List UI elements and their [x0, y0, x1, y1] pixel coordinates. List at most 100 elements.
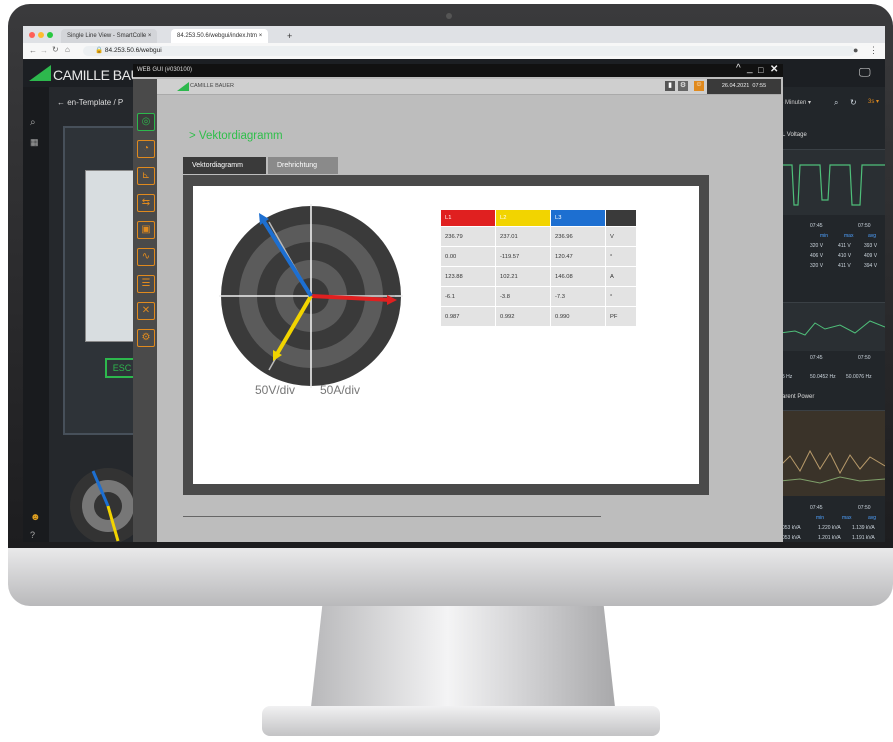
- io-icon[interactable]: ⇆: [137, 194, 155, 212]
- reload-icon[interactable]: ↻: [52, 45, 59, 54]
- current-scale-label: 50A/div: [320, 383, 361, 397]
- signal-icon: ▮: [665, 81, 675, 91]
- browser-tab-2[interactable]: 84.253.50.6/webgui/index.htm ×: [171, 29, 269, 43]
- profile-icon[interactable]: ●: [853, 45, 858, 55]
- help-icon[interactable]: ?: [30, 530, 35, 540]
- monitor-stand: [310, 606, 616, 716]
- url-input[interactable]: 🔒 84.253.50.6/webgui: [83, 46, 855, 56]
- camera-dot: [446, 13, 452, 19]
- search-icon[interactable]: ⌕: [834, 98, 838, 108]
- time-range-select[interactable]: 5 Minuten ▾: [780, 99, 811, 106]
- header-l1: L1: [440, 209, 496, 227]
- modal-sidebar: ◎ ◔ ⊾ ⇆ ▣ ∿ ☰ ✕ ⚙: [133, 79, 157, 542]
- minimize-icon[interactable]: ^: [736, 62, 741, 75]
- unit-cell: A: [605, 266, 637, 287]
- minimize-window-icon[interactable]: [38, 32, 44, 38]
- search-icon[interactable]: ⌕: [30, 117, 36, 128]
- monitor-stand-base: [262, 706, 660, 736]
- browser-address-bar: ← → ↻ ⌂ 🔒 84.253.50.6/webgui ● ⋮: [23, 43, 885, 60]
- frequency-chart: [779, 302, 885, 351]
- modal-titlebar: WEB GUI (#030100) ^ _ □ ✕: [133, 62, 783, 77]
- table-row-current: 123.88 102.21 146.08 A: [440, 266, 637, 287]
- brand-name: CAMILLE BAUER: [190, 83, 235, 89]
- settings-icon[interactable]: ⚙: [137, 329, 155, 347]
- new-tab-button[interactable]: +: [281, 29, 298, 43]
- header-l3: L3: [550, 209, 606, 227]
- cell: 237.01: [495, 226, 551, 247]
- trend-icon[interactable]: ⊾: [137, 167, 155, 185]
- browser-tab-1[interactable]: Single Line View - SmartColle ×: [61, 29, 158, 43]
- cell: 102.21: [495, 266, 551, 287]
- refresh-icon[interactable]: ↻: [850, 98, 857, 107]
- cell: -6.1: [440, 286, 496, 307]
- browser-tab-strip: Single Line View - SmartColle × 84.253.5…: [23, 26, 885, 43]
- table-header-row: L1 L2 L3: [440, 209, 637, 227]
- power-chart-title: arent Power: [782, 394, 815, 400]
- monitor-icon[interactable]: 🖵: [859, 65, 871, 80]
- cell: -3.8: [495, 286, 551, 307]
- voltage-chart-title: L Voltage: [782, 132, 807, 138]
- interval-button[interactable]: 3s ▾: [868, 98, 879, 105]
- header-unit: [605, 209, 637, 227]
- logo-triangle-icon: [29, 65, 51, 81]
- unit-cell: °: [605, 246, 637, 267]
- modal-title: WEB GUI (#030100): [137, 67, 193, 73]
- voltage-chart: [780, 149, 885, 215]
- browser-menu-icon[interactable]: ⋮: [869, 45, 878, 56]
- cell: 120.47: [550, 246, 606, 267]
- cell: 236.96: [550, 226, 606, 247]
- close-icon[interactable]: ✕: [770, 63, 778, 76]
- maximize-icon[interactable]: □: [758, 64, 763, 77]
- user-icon[interactable]: ☺: [694, 81, 704, 91]
- table-row-current-angle: -6.1 -3.8 -7.3 °: [440, 286, 637, 307]
- harmonics-icon[interactable]: ∿: [137, 248, 155, 266]
- app-left-rail: ⌕ ▦ ☻ ?: [23, 87, 49, 542]
- back-icon[interactable]: ←: [29, 46, 37, 55]
- voltage-scale-label: 50V/div: [255, 383, 296, 397]
- device-display: [85, 170, 137, 342]
- unit-cell: V: [605, 226, 637, 247]
- tab-vektordiagramm[interactable]: Vektordiagramm: [183, 157, 266, 174]
- cell: -119.57: [495, 246, 551, 267]
- tab-drehrichtung[interactable]: Drehrichtung: [268, 157, 338, 174]
- screen: Single Line View - SmartColle × 84.253.5…: [23, 26, 885, 542]
- table-row-voltage-angle: 0.00 -119.57 120.47 °: [440, 246, 637, 267]
- divider: [183, 516, 601, 517]
- background-phasor-thumbnail: [70, 468, 133, 542]
- maximize-window-icon[interactable]: [47, 32, 53, 38]
- monitor-chin: [8, 548, 893, 606]
- close-window-icon[interactable]: [29, 32, 35, 38]
- page-title: > Vektordiagramm: [189, 130, 283, 142]
- header-l2: L2: [495, 209, 551, 227]
- table-row-power-factor: 0.987 0.992 0.990 PF: [440, 306, 637, 327]
- forward-icon[interactable]: →: [40, 46, 48, 55]
- cell: 236.79: [440, 226, 496, 247]
- list-icon[interactable]: ☰: [137, 275, 155, 293]
- settings-icon[interactable]: ⚙: [678, 81, 688, 91]
- cell: 0.990: [550, 306, 606, 327]
- counters-icon[interactable]: ▣: [137, 221, 155, 239]
- breadcrumb[interactable]: ← en-Template / P: [57, 98, 123, 107]
- phasor-values-table: L1 L2 L3 236.79 237.01 236.96 V 0.00 -119.57…: [440, 209, 637, 327]
- cell: 146.08: [550, 266, 606, 287]
- trend-panel: 5 Minuten ▾ ⌕ ↻ 3s ▾ L Voltage 07:45 07:…: [779, 87, 885, 542]
- unit-cell: °: [605, 286, 637, 307]
- restore-icon[interactable]: _: [747, 62, 753, 75]
- meter-icon[interactable]: ◔: [137, 140, 155, 158]
- phasor-diagram: [219, 204, 403, 388]
- cell: 0.987: [440, 306, 496, 327]
- cell: 0.992: [495, 306, 551, 327]
- vector-view-icon[interactable]: ◎: [137, 113, 155, 131]
- users-icon[interactable]: ☻: [30, 512, 41, 523]
- power-chart: [779, 410, 885, 496]
- home-icon[interactable]: ⌂: [65, 45, 70, 54]
- unit-cell: PF: [605, 306, 637, 327]
- cell: -7.3: [550, 286, 606, 307]
- cell: 123.88: [440, 266, 496, 287]
- tools-icon[interactable]: ✕: [137, 302, 155, 320]
- datetime-display: 26.04.2021 07:55: [707, 79, 781, 94]
- grid-icon[interactable]: ▦: [30, 137, 39, 148]
- table-row-voltage: 236.79 237.01 236.96 V: [440, 226, 637, 247]
- modal-topbar: CAMILLE BAUER ▮ ⚙ ☺ 26.04.2021 07:55: [157, 79, 781, 95]
- brand-logo-icon: [177, 82, 189, 91]
